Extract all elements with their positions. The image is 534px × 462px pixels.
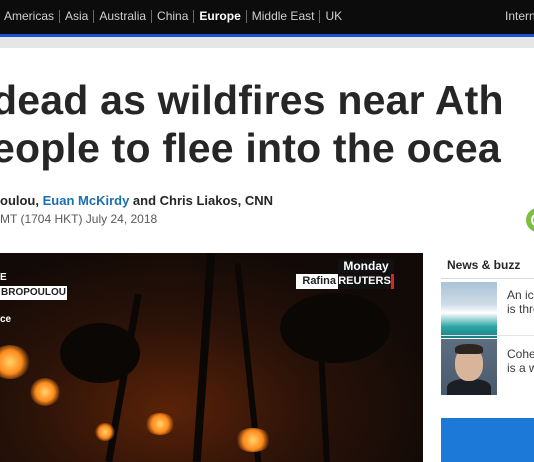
fire-glow: [0, 345, 30, 379]
ad-band: [0, 37, 534, 48]
article-headline: dead as wildfires near Ath eople to flee…: [0, 76, 504, 172]
tree-silhouette: [280, 293, 390, 363]
nav-separator: [319, 9, 321, 23]
nav-separator: [193, 9, 195, 23]
byline: oulou, Euan McKirdy and Chris Liakos, CN…: [0, 193, 273, 208]
chyron-label: E: [0, 272, 7, 283]
sidebar-heading: News & buzz: [447, 258, 521, 272]
top-navigation: Americas Asia Australia China Europe Mid…: [0, 0, 534, 34]
sidebar-item-2-line-1[interactable]: Cohe: [507, 347, 534, 361]
byline-author-start: oulou,: [0, 193, 43, 208]
thumbnail-hair: [455, 344, 483, 354]
reuters-logo: REUTERS: [338, 274, 394, 289]
nav-link-americas[interactable]: Americas: [4, 9, 54, 23]
sidebar-divider: [441, 278, 534, 279]
video-day-label: Monday: [338, 259, 394, 273]
advertisement[interactable]: [441, 418, 534, 462]
iceberg-thumbnail[interactable]: [441, 282, 497, 338]
nav-link-asia[interactable]: Asia: [65, 9, 88, 23]
fire-glow: [95, 423, 115, 441]
headline-line-2: eople to flee into the ocea: [0, 125, 501, 171]
nav-link-europe[interactable]: Europe: [199, 9, 240, 23]
nav-separator: [245, 9, 247, 23]
video-player[interactable]: E BROPOULOU ce Monday Rafina REUTERS: [0, 253, 423, 462]
nav-link-middle-east[interactable]: Middle East: [252, 9, 315, 23]
region-nav: Americas Asia Australia China Europe Mid…: [4, 9, 342, 23]
video-location-label: Rafina: [296, 274, 338, 289]
fire-glow: [30, 378, 60, 406]
sidebar-item-1-line-2[interactable]: is thre: [507, 302, 534, 316]
nav-separator: [93, 9, 95, 23]
share-icon[interactable]: [526, 208, 534, 232]
tree-silhouette: [192, 253, 216, 462]
portrait-thumbnail[interactable]: [441, 339, 497, 395]
nav-separator: [59, 9, 61, 23]
nav-link-uk[interactable]: UK: [325, 9, 342, 23]
headline-line-1: dead as wildfires near Ath: [0, 77, 504, 123]
sidebar-item-2-line-2[interactable]: is a w: [507, 361, 534, 375]
thumbnail-suit: [447, 379, 491, 395]
tree-silhouette: [60, 323, 140, 383]
nav-link-china[interactable]: China: [157, 9, 188, 23]
sidebar-item-1-line-1[interactable]: An ice: [507, 288, 534, 302]
nav-separator: [151, 9, 153, 23]
fire-glow: [235, 428, 271, 452]
fire-glow: [145, 413, 175, 435]
nav-link-australia[interactable]: Australia: [99, 9, 146, 23]
chyron-subtitle: ce: [0, 314, 12, 325]
article-timestamp: MT (1704 HKT) July 24, 2018: [0, 212, 158, 226]
author-link-euan-mckirdy[interactable]: Euan McKirdy: [43, 193, 130, 208]
sidebar-divider: [441, 335, 534, 336]
byline-author-end: and Chris Liakos, CNN: [129, 193, 274, 208]
chyron-name: BROPOULOU: [0, 286, 67, 300]
edition-link[interactable]: Intern: [505, 9, 534, 23]
